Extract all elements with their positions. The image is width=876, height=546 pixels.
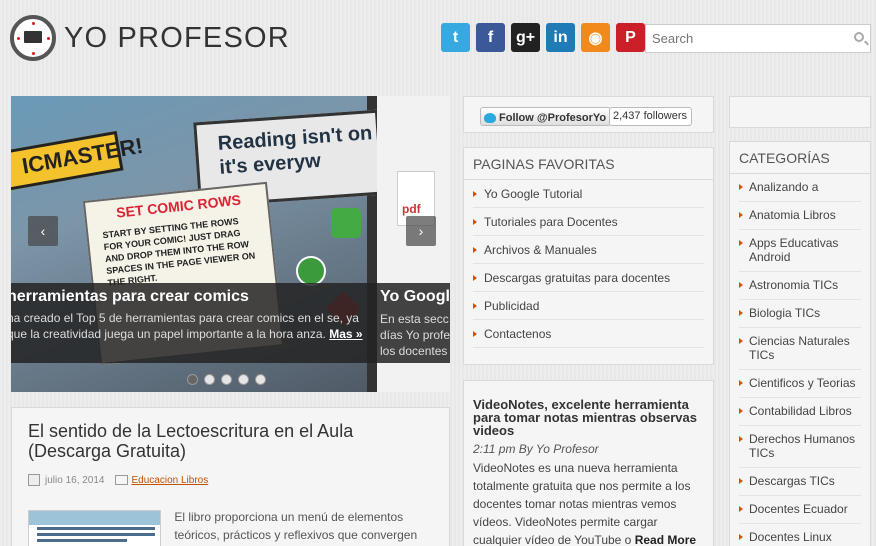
slide-2-title[interactable]: Yo Google — [380, 288, 450, 306]
comic-master-logo: ICMASTER! — [11, 130, 145, 192]
google-plus-icon[interactable]: g+ — [511, 23, 540, 52]
sidebar-empty-widget — [729, 96, 871, 128]
twitter-follow-panel: Follow @ProfesorYo 2,437 followers — [463, 96, 714, 133]
article-card: El sentido de la Lectoescritura en el Au… — [11, 407, 450, 546]
slide-2-line-3: los docentes — [380, 344, 448, 358]
article-meta: julio 16, 2014 Educacion Libros — [28, 474, 433, 486]
slide-2-caption: Yo Google En esta secc días Yo profe los… — [380, 283, 450, 359]
slider-dot[interactable] — [238, 374, 249, 385]
read-more-link[interactable]: Read More — [635, 533, 696, 546]
favorite-link[interactable]: Tutoriales para Docentes — [473, 208, 704, 236]
slide-2-line-1: En esta secc — [380, 312, 449, 326]
slider-dot[interactable] — [255, 374, 266, 385]
search-box — [645, 24, 871, 53]
slide-2-line-2: días Yo profe — [380, 328, 450, 342]
categories-widget: CATEGORÍAS Analizando a Anatomia Libros Ap… — [729, 141, 871, 546]
search-icon[interactable] — [854, 32, 864, 42]
site-logo[interactable]: Yo Profesor — [10, 15, 290, 61]
page-instructions-text: START BY SETTING THE ROWS FOR YOUR COMIC… — [102, 215, 256, 288]
category-link[interactable]: Cientificos y Teorias — [739, 370, 861, 398]
favorites-list: Yo Google Tutorial Tutoriales para Docent… — [464, 180, 713, 348]
slider-dot[interactable] — [204, 374, 215, 385]
favorite-link[interactable]: Yo Google Tutorial — [473, 180, 704, 208]
favorite-link[interactable]: Archivos & Manuales — [473, 236, 704, 264]
follower-count: 2,437 followers — [609, 107, 692, 126]
download-icon — [296, 256, 326, 286]
category-link[interactable]: Analizando a — [739, 174, 861, 202]
prev-arrow-icon[interactable]: ‹ — [28, 216, 58, 246]
categories-list: Analizando a Anatomia Libros Apps Educativ… — [730, 174, 870, 546]
article-category-link[interactable]: Educacion Libros — [132, 475, 209, 486]
favorite-link[interactable]: Contactenos — [473, 320, 704, 348]
category-link[interactable]: Ciencias Naturales TICs — [739, 328, 861, 370]
social-links: t f g+ in ◉ P — [441, 23, 645, 52]
article-thumbnail[interactable] — [28, 510, 162, 546]
follow-button[interactable]: Follow @ProfesorYo — [480, 107, 612, 126]
article-date: julio 16, 2014 — [45, 474, 105, 486]
slider-pagination — [187, 374, 266, 385]
video-post-text: VideoNotes es una nueva herramienta tota… — [473, 459, 704, 546]
video-post-title[interactable]: VideoNotes, excelente herramienta para t… — [473, 398, 704, 437]
linkedin-icon[interactable]: in — [546, 23, 575, 52]
follow-button-label: Follow @ProfesorYo — [499, 111, 607, 124]
category-link[interactable]: Contabilidad Libros — [739, 398, 861, 426]
add-icon — [331, 208, 361, 238]
category-link[interactable]: Descargas TICs — [739, 468, 861, 496]
category-link[interactable]: Astronomia TICs — [739, 272, 861, 300]
slide-caption: herramientas para crear comics na creado… — [11, 283, 450, 363]
facebook-icon[interactable]: f — [476, 23, 505, 52]
slide-1-excerpt: na creado el Top 5 de herramientas para … — [11, 311, 359, 341]
featured-slider: Reading isn't on it's everyw ICMASTER! S… — [11, 96, 450, 392]
next-arrow-icon[interactable]: › — [406, 216, 436, 246]
twitter-icon[interactable]: t — [441, 23, 470, 52]
twitter-bird-icon — [484, 112, 496, 123]
site-header: Yo Profesor t f g+ in ◉ P — [0, 0, 876, 80]
slide-1-text: na creado el Top 5 de herramientas para … — [11, 310, 367, 342]
category-link[interactable]: Docentes Linux — [739, 524, 861, 546]
categories-title: CATEGORÍAS — [730, 142, 870, 174]
slide-1-more-link[interactable]: Mas » — [329, 327, 362, 341]
search-input[interactable] — [646, 25, 841, 52]
category-link[interactable]: Biologia TICs — [739, 300, 861, 328]
article-excerpt: El libro proporciona un menú de elemento… — [174, 510, 418, 542]
favorite-link[interactable]: Descargas gratuitas para docentes — [473, 264, 704, 292]
video-post-widget: VideoNotes, excelente herramienta para t… — [463, 380, 714, 546]
calendar-icon — [28, 474, 40, 486]
category-link[interactable]: Derechos Humanos TICs — [739, 426, 861, 468]
pdf-label: pdf — [402, 202, 421, 216]
category-link[interactable]: Apps Educativas Android — [739, 230, 861, 272]
slider-dot[interactable] — [187, 374, 198, 385]
category-link[interactable]: Docentes Ecuador — [739, 496, 861, 524]
article-body: El libro proporciona un menú de elemento… — [28, 510, 433, 546]
reading-sign-text: Reading isn't on it's everyw — [217, 122, 373, 179]
pinterest-icon[interactable]: P — [616, 23, 645, 52]
favorite-link[interactable]: Publicidad — [473, 292, 704, 320]
article-title[interactable]: El sentido de la Lectoescritura en el Au… — [28, 421, 433, 461]
rss-icon[interactable]: ◉ — [581, 23, 610, 52]
slide-1-caption: herramientas para crear comics na creado… — [11, 283, 367, 342]
favorites-title: PAGINAS FAVORITAS — [464, 148, 713, 180]
slide-1-title[interactable]: herramientas para crear comics — [11, 288, 367, 306]
clock-monitor-icon — [10, 15, 56, 61]
comic-logo-text: ICMASTER! — [20, 132, 145, 179]
favorites-widget: PAGINAS FAVORITAS Yo Google Tutorial Tuto… — [463, 147, 714, 365]
slider-dot[interactable] — [221, 374, 232, 385]
logo-text: Yo Profesor — [64, 21, 290, 54]
folder-icon — [114, 475, 128, 485]
category-link[interactable]: Anatomia Libros — [739, 202, 861, 230]
video-post-meta: 2:11 pm By Yo Profesor — [473, 442, 599, 456]
